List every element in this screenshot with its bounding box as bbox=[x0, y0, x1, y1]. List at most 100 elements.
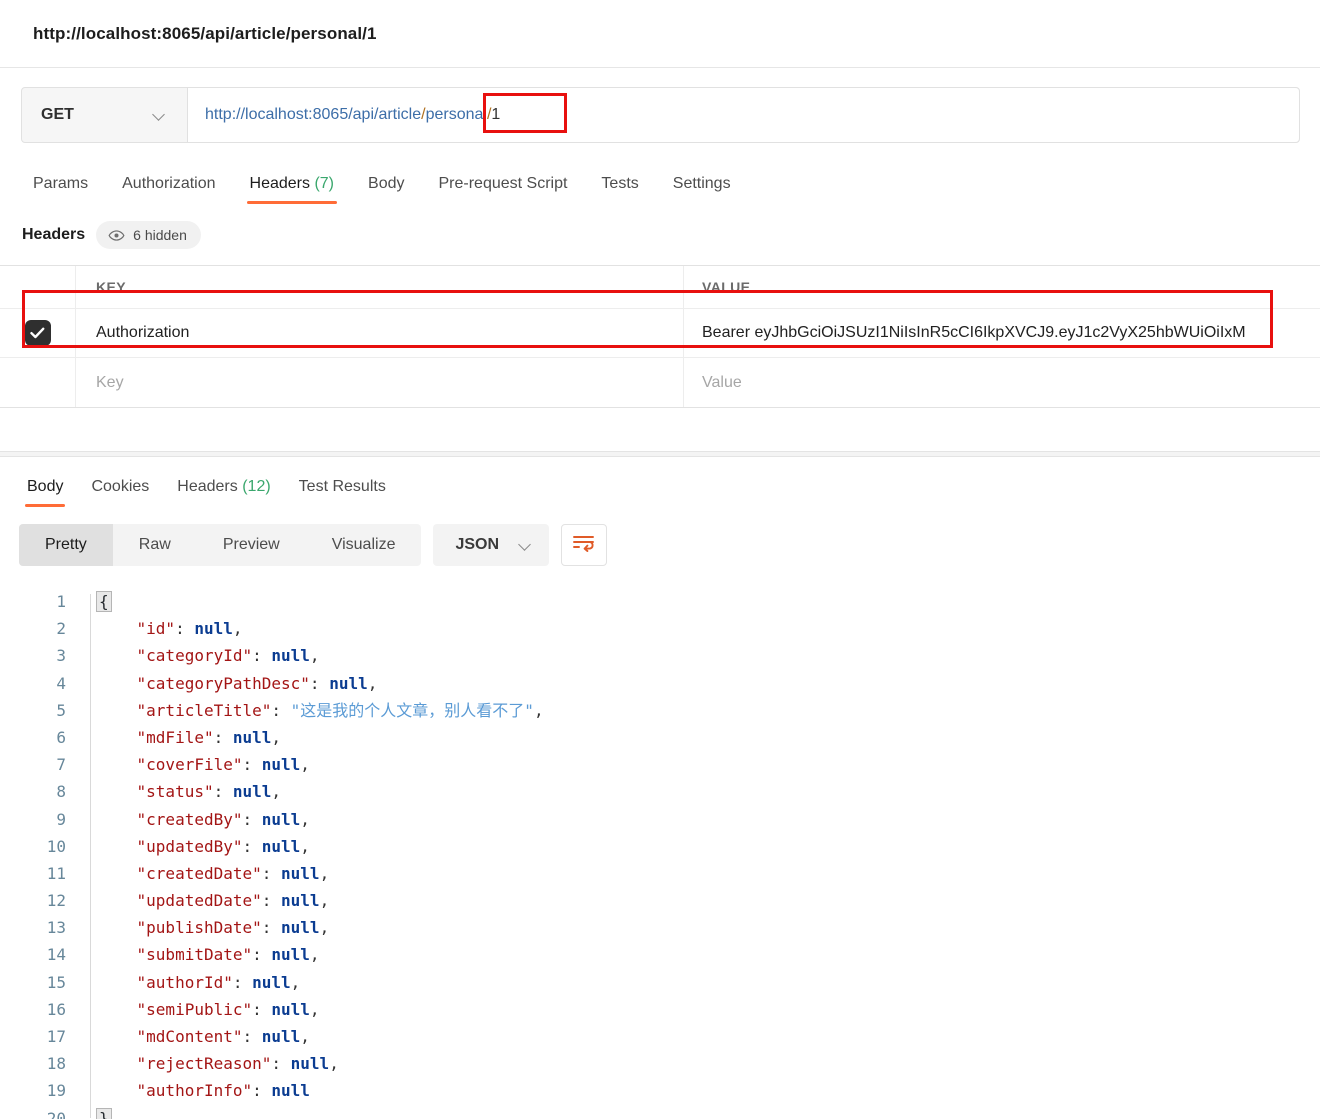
line-number: 17 bbox=[46, 1027, 66, 1046]
view-mode-raw[interactable]: Raw bbox=[113, 524, 197, 566]
view-mode-raw-label: Raw bbox=[138, 536, 171, 553]
tab-params-label: Params bbox=[33, 175, 89, 192]
table-row: Authorization Bearer eyJhbGciOiJSUzI1NiI… bbox=[0, 309, 1320, 358]
code-line: "updatedBy": null, bbox=[98, 833, 1320, 860]
tab-pre-request-script[interactable]: Pre-request Script bbox=[421, 175, 584, 204]
response-format-label: JSON bbox=[455, 536, 500, 553]
tab-body-label: Body bbox=[368, 175, 405, 192]
response-tab-test-results[interactable]: Test Results bbox=[285, 478, 400, 507]
header-value-value: Bearer eyJhbGciOiJSUzI1NiIsInR5cCI6IkpXV… bbox=[702, 324, 1246, 341]
response-view-mode-group: Pretty Raw Preview Visualize bbox=[19, 524, 422, 566]
response-tab-body[interactable]: Body bbox=[13, 478, 77, 507]
row-key-cell[interactable]: Authorization bbox=[76, 309, 684, 357]
brace-token: { bbox=[96, 591, 112, 612]
code-lines: { "id": null, "categoryId": null, "categ… bbox=[96, 588, 1320, 1119]
json-key: "mdContent" bbox=[98, 1027, 243, 1046]
view-mode-preview-label: Preview bbox=[222, 536, 280, 553]
line-number: 16 bbox=[46, 999, 66, 1019]
json-key: "status" bbox=[98, 782, 214, 802]
json-value: null bbox=[252, 972, 291, 992]
json-key: "updatedBy" bbox=[98, 836, 243, 856]
json-colon: : bbox=[252, 646, 272, 666]
tab-settings[interactable]: Settings bbox=[656, 175, 748, 204]
json-key: "rejectReason" bbox=[98, 1054, 272, 1074]
view-mode-visualize[interactable]: Visualize bbox=[306, 524, 422, 566]
code-line: "createdDate": null, bbox=[98, 860, 1320, 887]
tab-authorization[interactable]: Authorization bbox=[105, 175, 232, 204]
line-number: 1 bbox=[56, 592, 66, 611]
json-key: "semiPublic" bbox=[98, 999, 253, 1019]
code-line: "submitDate": null, bbox=[98, 941, 1320, 968]
row-checkbox-cell bbox=[0, 309, 76, 357]
json-colon: : bbox=[232, 972, 253, 992]
json-value: "这是我的个人文章，别人看不了" bbox=[290, 700, 534, 720]
eye-icon bbox=[108, 229, 125, 241]
code-content[interactable]: { "id": null, "categoryId": null, "categ… bbox=[80, 588, 1320, 1119]
request-response-divider[interactable] bbox=[0, 451, 1320, 457]
json-key: "authorInfo" bbox=[98, 1081, 253, 1101]
response-tab-cookies[interactable]: Cookies bbox=[77, 478, 163, 507]
placeholder-key-cell[interactable]: Key bbox=[76, 358, 684, 407]
line-number: 9 bbox=[56, 809, 66, 829]
json-value: null bbox=[271, 646, 310, 666]
json-comma: , bbox=[300, 809, 310, 829]
code-line: "authorId": null, bbox=[98, 969, 1320, 996]
json-comma: , bbox=[309, 999, 320, 1019]
json-value: null bbox=[261, 1027, 301, 1046]
response-tab-test-results-label: Test Results bbox=[298, 478, 386, 495]
response-body-viewer[interactable]: 1 2 3 4 5 6 7 8 9 10 11 12 13 14 15 16 17 18 19 20 { "id": … bbox=[0, 588, 1320, 1119]
tab-body[interactable]: Body bbox=[351, 175, 421, 204]
json-value: null bbox=[329, 673, 368, 693]
view-mode-preview[interactable]: Preview bbox=[197, 524, 306, 566]
table-placeholder-row: Key Value bbox=[0, 358, 1320, 407]
line-number: 14 bbox=[46, 945, 66, 965]
json-key: "authorId" bbox=[98, 972, 233, 992]
json-colon: : bbox=[309, 673, 330, 693]
json-comma: , bbox=[319, 891, 330, 911]
tab-headers[interactable]: Headers (7) bbox=[233, 175, 352, 204]
json-comma: , bbox=[367, 673, 378, 693]
response-tab-headers-label: Headers bbox=[177, 478, 238, 495]
placeholder-value-cell[interactable]: Value bbox=[684, 358, 1320, 407]
code-line: "categoryPathDesc": null, bbox=[98, 670, 1320, 697]
code-line: "authorInfo": null bbox=[98, 1077, 1320, 1104]
tab-params[interactable]: Params bbox=[22, 175, 105, 204]
line-number: 10 bbox=[46, 836, 66, 856]
method-select[interactable]: GET bbox=[22, 88, 188, 142]
url-segment-id: 1 bbox=[491, 106, 501, 123]
json-colon: : bbox=[252, 1081, 272, 1101]
tab-tests[interactable]: Tests bbox=[584, 175, 655, 204]
response-tab-headers[interactable]: Headers (12) bbox=[163, 478, 284, 507]
json-comma: , bbox=[319, 918, 330, 938]
row-checkbox[interactable] bbox=[24, 320, 51, 346]
header-key-value: Authorization bbox=[96, 324, 190, 341]
placeholder-checkbox-cell bbox=[0, 358, 76, 407]
row-value-cell[interactable]: Bearer eyJhbGciOiJSUzI1NiIsInR5cCI6IkpXV… bbox=[684, 309, 1320, 357]
json-value: null bbox=[281, 891, 320, 911]
url-input[interactable]: http://localhost:8065/api/article/person… bbox=[188, 88, 1299, 142]
placeholder-value-label: Value bbox=[702, 373, 742, 391]
view-mode-pretty[interactable]: Pretty bbox=[19, 524, 113, 566]
json-value: null bbox=[271, 1081, 310, 1101]
json-comma: , bbox=[232, 619, 243, 639]
json-key: "categoryPathDesc" bbox=[98, 673, 310, 693]
hidden-headers-count: 6 hidden bbox=[133, 227, 187, 243]
response-format-select[interactable]: JSON bbox=[433, 524, 550, 566]
json-colon: : bbox=[271, 1054, 291, 1074]
tab-tests-label: Tests bbox=[601, 175, 639, 192]
line-number: 6 bbox=[56, 727, 66, 747]
code-line: } bbox=[96, 1105, 1320, 1119]
hidden-headers-toggle[interactable]: 6 hidden bbox=[96, 221, 201, 249]
wrap-text-button[interactable] bbox=[561, 524, 608, 566]
column-header-key: KEY bbox=[96, 279, 126, 295]
code-line: "rejectReason": null, bbox=[98, 1050, 1320, 1077]
table-bottom-space bbox=[0, 408, 1320, 451]
json-value: null bbox=[261, 809, 301, 829]
chevron-down-icon bbox=[519, 539, 532, 552]
json-comma: , bbox=[533, 700, 544, 720]
json-value: null bbox=[232, 727, 272, 747]
line-number: 5 bbox=[56, 700, 66, 720]
line-number: 18 bbox=[46, 1054, 66, 1074]
request-tabs: Params Authorization Headers (7) Body Pr… bbox=[22, 164, 1320, 204]
json-comma: , bbox=[309, 945, 320, 965]
